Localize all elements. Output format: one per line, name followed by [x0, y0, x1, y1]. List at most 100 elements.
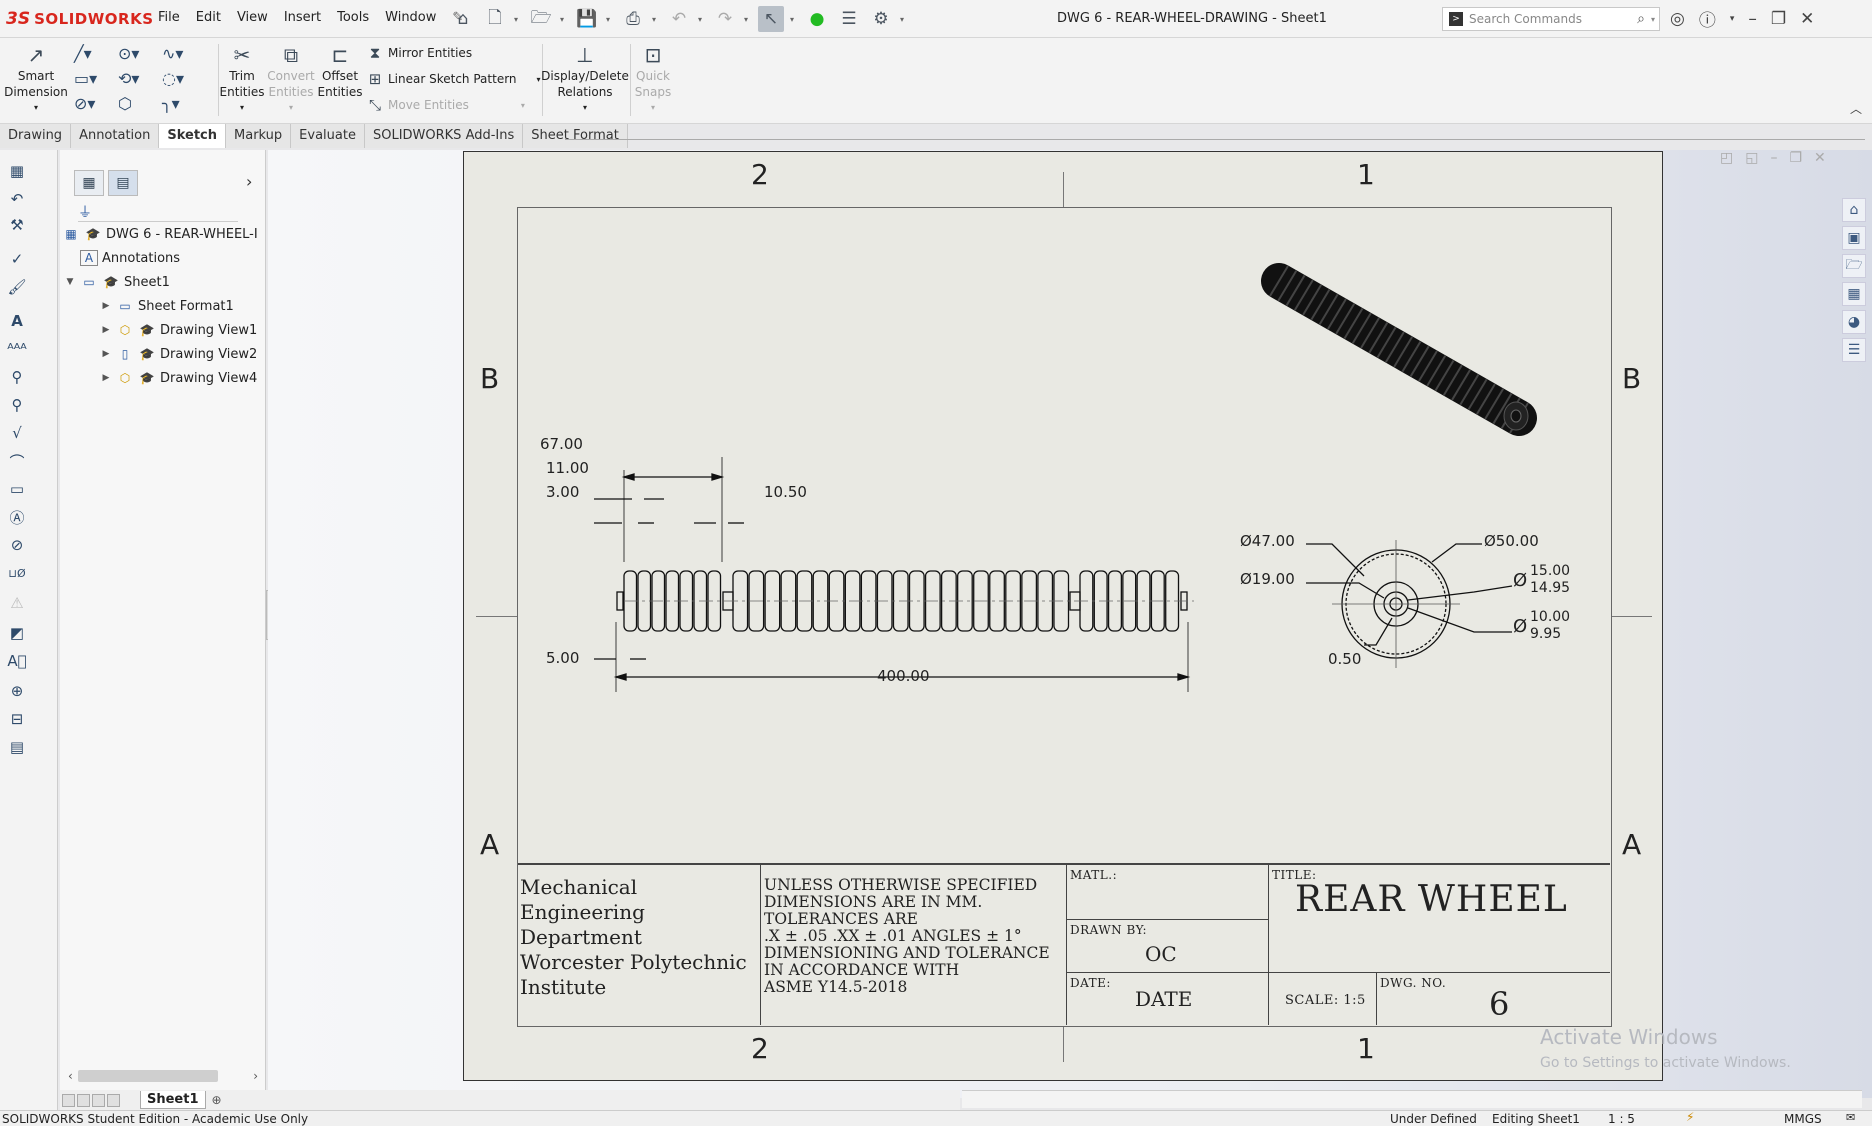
- new-document-icon[interactable]: 🗋: [482, 6, 508, 32]
- tree-filter-field[interactable]: [78, 200, 238, 222]
- chevron-down-icon[interactable]: ▾: [744, 15, 752, 24]
- linear-note-pattern-icon[interactable]: ᴬᴬᴬ: [6, 338, 28, 360]
- centerline-icon[interactable]: ⊟: [6, 708, 28, 730]
- auto-balloon-icon[interactable]: ⚲: [6, 394, 28, 416]
- close-icon[interactable]: ✕: [1814, 150, 1826, 166]
- solidworks-logo[interactable]: 3S SOLIDWORKS: [6, 8, 154, 30]
- arc-icon[interactable]: ◌▾: [162, 69, 206, 88]
- next-sheet-icon[interactable]: [92, 1093, 105, 1107]
- circle-icon[interactable]: ⊙▾: [118, 44, 162, 63]
- dim-0-5[interactable]: 0.50: [1328, 650, 1361, 668]
- title-cell[interactable]: TITLE: REAR WHEEL: [1268, 864, 1610, 972]
- menu-file[interactable]: File: [158, 10, 180, 25]
- dim-dia-50[interactable]: Ø50.00: [1484, 532, 1539, 550]
- chevron-down-icon[interactable]: ▾: [560, 15, 568, 24]
- print-icon[interactable]: ⎙: [620, 6, 646, 32]
- datum-feature-icon[interactable]: Ⓐ: [6, 506, 28, 528]
- chevron-down-icon[interactable]: ▾: [900, 15, 908, 24]
- collapse-arrow-icon[interactable]: ▼: [64, 277, 76, 287]
- dim-400[interactable]: 400.00: [877, 667, 930, 685]
- chevron-down-icon[interactable]: ▾: [652, 15, 660, 24]
- view-palette-icon[interactable]: ▦: [1842, 282, 1866, 306]
- design-library-icon[interactable]: ▣: [1842, 226, 1866, 250]
- scale-cell[interactable]: SCALE: 1:5: [1268, 972, 1376, 1025]
- polygon-icon[interactable]: ⬡: [118, 94, 162, 113]
- split-view-icon[interactable]: ◱: [1745, 150, 1758, 166]
- chevron-down-icon[interactable]: ▾: [514, 15, 522, 24]
- weld-symbol-icon[interactable]: ⌒: [6, 450, 28, 472]
- hammer-icon[interactable]: ⚒: [6, 214, 28, 236]
- select-cursor-icon[interactable]: ↖: [758, 6, 784, 32]
- matl-cell[interactable]: MATL.:: [1066, 864, 1268, 919]
- search-commands[interactable]: > Search Commands ⌕ ▾: [1442, 7, 1660, 31]
- tab-solidworks-addins[interactable]: SOLIDWORKS Add-Ins: [365, 124, 524, 148]
- tree-item-annotations[interactable]: A Annotations: [80, 250, 180, 266]
- drawn-by-cell[interactable]: DRAWN BY: OC: [1066, 919, 1268, 972]
- note-icon[interactable]: A: [6, 310, 28, 332]
- expand-arrow-icon[interactable]: ▶: [100, 301, 112, 311]
- display-delete-relations-button[interactable]: ⊥ Display/Delete Relations ▾: [541, 42, 629, 116]
- restore-icon[interactable]: ❐: [1771, 9, 1786, 29]
- undo-icon[interactable]: ↶: [666, 6, 692, 32]
- open-folder-icon[interactable]: 🗁: [528, 6, 554, 32]
- spell-check-icon[interactable]: ✓: [6, 248, 28, 270]
- tree-item-drawing-view2[interactable]: ▶ ▯ 🎓 Drawing View2: [100, 346, 258, 362]
- drawing-sheet[interactable]: 2 1 2 1 B B A A 67.00 11.00 3.00 10.50 5…: [463, 151, 1663, 1081]
- center-mark-icon[interactable]: ⊕: [6, 680, 28, 702]
- resources-home-icon[interactable]: ⌂: [1842, 198, 1866, 222]
- expand-panel-icon[interactable]: ›: [246, 172, 252, 191]
- revision-symbol-icon[interactable]: A⃞: [6, 650, 28, 672]
- dim-3[interactable]: 3.00: [546, 483, 579, 501]
- tab-sketch[interactable]: Sketch: [159, 124, 227, 148]
- custom-properties-icon[interactable]: ☰: [1842, 338, 1866, 362]
- expand-arrow-icon[interactable]: ▶: [100, 373, 112, 383]
- hole-callout-icon[interactable]: ▭: [6, 478, 28, 500]
- dim-dia-10-lower[interactable]: 9.95: [1530, 626, 1561, 642]
- last-sheet-icon[interactable]: [107, 1093, 120, 1107]
- minimize-icon[interactable]: –: [1748, 9, 1757, 29]
- viewport-horizontal-scrollbar[interactable]: [962, 1090, 1862, 1108]
- user-account-icon[interactable]: ◎: [1670, 9, 1685, 29]
- chevron-down-icon[interactable]: ▾: [583, 100, 587, 116]
- tab-drawing[interactable]: Drawing: [0, 124, 72, 148]
- front-view[interactable]: [594, 457, 1194, 692]
- tree-root-drawing[interactable]: ▦ 🎓 DWG 6 - REAR-WHEEL-I: [62, 226, 257, 242]
- area-hatch-icon[interactable]: ◩: [6, 622, 28, 644]
- rebuild-status-icon[interactable]: ⚡: [1686, 1110, 1694, 1124]
- help-icon[interactable]: ⓘ: [1699, 6, 1716, 31]
- dwg-no-cell[interactable]: DWG. NO. 6: [1376, 972, 1610, 1025]
- dim-11[interactable]: 11.00: [546, 459, 589, 477]
- redo-icon[interactable]: ↷: [712, 6, 738, 32]
- tab-evaluate[interactable]: Evaluate: [291, 124, 365, 148]
- mirror-entities-button[interactable]: ⧗ Mirror Entities: [366, 44, 472, 62]
- add-sheet-icon[interactable]: ⊕: [212, 1093, 222, 1107]
- menu-edit[interactable]: Edit: [196, 10, 221, 25]
- dim-dia-47[interactable]: Ø47.00: [1240, 532, 1295, 550]
- move-entities-button[interactable]: ⤡ Move Entities ▾: [366, 96, 525, 114]
- dim-5[interactable]: 5.00: [546, 649, 579, 667]
- tree-item-sheet-format1[interactable]: ▶ ▭ Sheet Format1: [100, 298, 234, 314]
- menu-insert[interactable]: Insert: [284, 10, 321, 25]
- geometric-tolerance-icon[interactable]: ⊔Ø: [6, 562, 28, 584]
- save-icon[interactable]: 💾: [574, 6, 600, 32]
- tab-markup[interactable]: Markup: [226, 124, 292, 148]
- search-icon[interactable]: ⌕: [1637, 11, 1645, 27]
- sheet-tab-sheet1[interactable]: Sheet1: [140, 1091, 206, 1109]
- convert-entities-button[interactable]: ⧉ Convert Entities ▾: [266, 42, 316, 116]
- menu-view[interactable]: View: [237, 10, 268, 25]
- offset-entities-button[interactable]: ⊏ Offset Entities: [316, 42, 364, 100]
- arc-tool-icon[interactable]: ↶: [6, 188, 28, 210]
- appearances-icon[interactable]: ◕: [1842, 310, 1866, 334]
- chevron-down-icon[interactable]: ▾: [1651, 15, 1655, 24]
- file-properties-icon[interactable]: ☰: [836, 6, 862, 32]
- tree-item-drawing-view4[interactable]: ▶ ⬡ 🎓 Drawing View4: [100, 370, 258, 386]
- minimize-icon[interactable]: –: [1770, 150, 1777, 166]
- chevron-down-icon[interactable]: ▾: [1730, 14, 1735, 24]
- isometric-view[interactable]: [1261, 263, 1537, 436]
- chevron-down-icon[interactable]: ▾: [240, 100, 244, 116]
- dim-dia-15-upper[interactable]: 15.00: [1530, 563, 1570, 579]
- chevron-down-icon[interactable]: ▾: [537, 75, 541, 84]
- property-manager-tab-icon[interactable]: ▤: [108, 170, 138, 196]
- home-icon[interactable]: ⌂: [450, 6, 476, 32]
- chat-icon[interactable]: ✉: [1846, 1111, 1855, 1124]
